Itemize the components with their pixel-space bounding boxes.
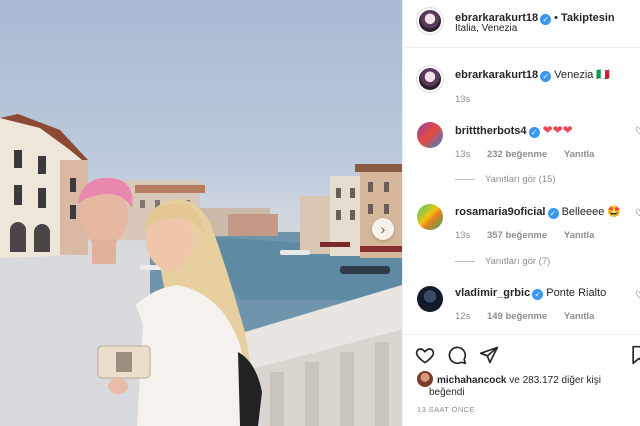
caption-text: Venezia 🇮🇹 <box>554 69 611 81</box>
comment-likes[interactable]: 149 beğenme <box>487 311 547 322</box>
comment-text: Ponte Rialto <box>546 287 607 299</box>
reply-button[interactable]: Yanıtla <box>564 149 595 160</box>
comment-username[interactable]: vladimir_grbic <box>455 287 530 299</box>
comment-like-icon[interactable]: ♡ <box>635 208 640 219</box>
verified-icon: ✓ <box>547 208 559 219</box>
chevron-right-icon: › <box>380 221 386 237</box>
verified-icon: ✓ <box>540 14 552 25</box>
comment-text: Belleeee 🤩 <box>561 206 622 218</box>
comment-time[interactable]: 13s <box>455 149 470 160</box>
comment-avatar[interactable] <box>417 122 443 148</box>
view-replies-label: Yanıtları gör (7) <box>485 256 551 267</box>
comment: britttherbots4 ✓ ❤❤❤ <box>455 123 573 138</box>
comment-meta: 12s 149 beğenme Yanıtla <box>455 311 608 322</box>
comment-meta: 13s 357 beğenme Yanıtla <box>455 230 608 241</box>
post-photo: › <box>0 0 402 426</box>
view-replies-label: Yanıtları gör (15) <box>485 174 556 185</box>
verified-icon: ✓ <box>532 289 544 300</box>
post-header: ebrarkarakurt18 ✓ • Takiptesin Italia, Vene… <box>403 0 640 48</box>
view-replies-button[interactable]: Yanıtları gör (15) <box>455 174 556 185</box>
replies-divider <box>455 178 475 180</box>
bookmark-icon[interactable] <box>629 345 640 365</box>
comment-time[interactable]: 12s <box>455 311 470 322</box>
caption-time[interactable]: 13s <box>455 94 470 105</box>
comment-like-icon[interactable]: ♡ <box>635 126 640 137</box>
action-bar: michahancock ve 283.172 diğer kişi beğen… <box>403 334 640 426</box>
caption-username[interactable]: ebrarkarakurt18 <box>455 69 538 81</box>
like-heart-icon[interactable] <box>415 345 435 365</box>
verified-icon: ✓ <box>528 127 540 138</box>
likes-summary-line2: beğendi <box>429 387 465 398</box>
separator-dot: • <box>554 12 559 24</box>
comment-text: ❤❤❤ <box>542 123 573 137</box>
comment-likes[interactable]: 357 beğenme <box>487 230 547 241</box>
likes-rest[interactable]: ve 283.172 diğer kişi <box>509 375 601 386</box>
likes-summary: michahancock ve 283.172 diğer kişi <box>437 375 601 386</box>
following-button[interactable]: Takiptesin <box>561 12 615 24</box>
liker-username[interactable]: michahancock <box>437 375 506 386</box>
comment: vladimir_grbic ✓ Ponte Rialto <box>455 287 606 300</box>
post-timestamp[interactable]: 13 SAAT ÖNCE <box>417 405 475 414</box>
comment: rosamaria9oficial ✓ Belleeee 🤩 <box>455 205 621 219</box>
comment-meta: 13s 232 beğenme Yanıtla <box>455 149 608 160</box>
post-sidebar: ebrarkarakurt18 ✓ • Takiptesin Italia, Vene… <box>402 0 640 426</box>
comment-likes[interactable]: 232 beğenme <box>487 149 547 160</box>
comment-avatar[interactable] <box>417 204 443 230</box>
reply-button[interactable]: Yanıtla <box>564 230 595 241</box>
caption: ebrarkarakurt18 ✓ Venezia 🇮🇹 <box>455 68 610 82</box>
share-send-icon[interactable] <box>479 345 499 365</box>
caption-avatar[interactable] <box>417 66 443 92</box>
view-replies-button[interactable]: Yanıtları gör (7) <box>455 256 550 267</box>
owner-avatar[interactable] <box>417 8 443 34</box>
verified-icon: ✓ <box>540 71 552 82</box>
liker-avatar[interactable] <box>417 371 433 387</box>
comment-time[interactable]: 13s <box>455 230 470 241</box>
comment-username[interactable]: britttherbots4 <box>455 125 527 137</box>
caption-meta: 13s <box>455 94 484 105</box>
comment-bubble-icon[interactable] <box>447 345 467 365</box>
location-link[interactable]: Italia, Venezia <box>455 23 517 34</box>
reply-button[interactable]: Yanıtla <box>564 311 595 322</box>
comment-avatar[interactable] <box>417 286 443 312</box>
next-photo-button[interactable]: › <box>372 218 394 240</box>
comment-like-icon[interactable]: ♡ <box>635 290 640 301</box>
comment-username[interactable]: rosamaria9oficial <box>455 206 546 218</box>
photo-scene <box>0 114 402 426</box>
replies-divider <box>455 260 475 262</box>
